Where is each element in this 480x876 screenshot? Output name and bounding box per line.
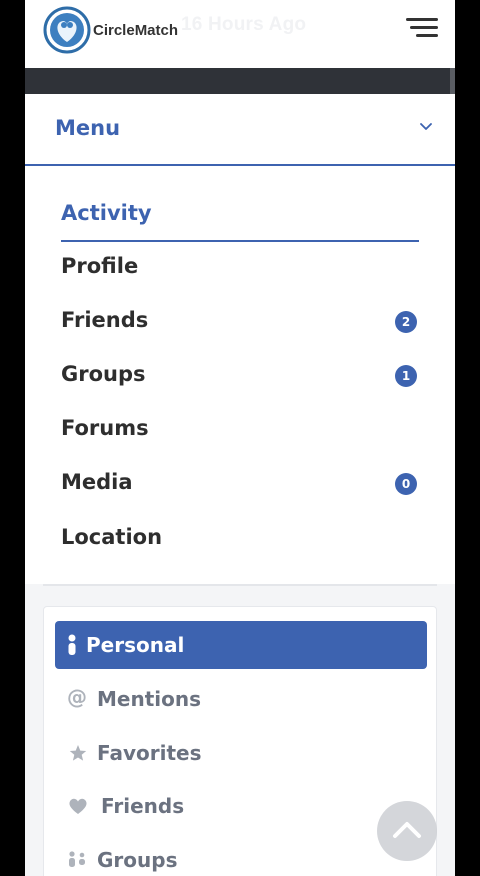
- filter-label: Friends: [101, 794, 185, 818]
- site-header: CircleMatch 16 Hours Ago: [25, 0, 455, 68]
- nav-item-label: Location: [61, 525, 163, 549]
- profile-nav: Activity Profile Friends 2 Groups 1 Foru…: [25, 166, 455, 584]
- count-badge: 1: [395, 365, 417, 387]
- cover-strip: [25, 68, 455, 94]
- nav-item-label: Profile: [61, 254, 139, 278]
- count-badge: 2: [395, 311, 417, 333]
- heart-icon: [69, 798, 87, 814]
- page: CircleMatch 16 Hours Ago Menu Activity P…: [25, 0, 455, 876]
- menu-toggle[interactable]: Menu: [25, 94, 455, 166]
- nav-item-media[interactable]: Media 0: [61, 457, 419, 511]
- nav-item-friends[interactable]: Friends 2: [61, 295, 419, 349]
- nav-item-location[interactable]: Location: [61, 512, 419, 566]
- nav-item-forums[interactable]: Forums: [61, 403, 419, 457]
- hamburger-menu-icon[interactable]: [406, 16, 438, 40]
- nav-item-groups[interactable]: Groups 1: [61, 349, 419, 403]
- nav-item-label: Groups: [61, 362, 146, 386]
- filter-personal[interactable]: Personal: [55, 621, 427, 669]
- filter-favorites[interactable]: Favorites: [55, 729, 427, 777]
- timestamp-text: 16 Hours Ago: [181, 14, 307, 35]
- groups-icon: [69, 851, 85, 867]
- nav-item-label: Media: [61, 470, 133, 494]
- count-badge: 0: [395, 473, 417, 495]
- menu-title: Menu: [55, 116, 121, 140]
- nav-item-label: Activity: [61, 201, 152, 225]
- brand-name[interactable]: CircleMatch: [93, 22, 178, 39]
- filter-label: Groups: [97, 848, 178, 872]
- scroll-to-top-button[interactable]: [377, 801, 437, 861]
- circlematch-logo[interactable]: [43, 6, 91, 54]
- nav-item-label: Friends: [61, 308, 149, 332]
- filter-friends[interactable]: Friends: [55, 782, 427, 830]
- nav-item-activity[interactable]: Activity: [61, 188, 419, 242]
- nav-item-profile[interactable]: Profile: [61, 241, 419, 295]
- chevron-down-icon: [420, 123, 432, 130]
- nav-item-label: Forums: [61, 416, 149, 440]
- filter-label: Mentions: [97, 687, 202, 711]
- filter-label: Favorites: [97, 741, 202, 765]
- filter-label: Personal: [86, 633, 185, 657]
- filter-groups[interactable]: Groups: [55, 836, 427, 876]
- scrollbar[interactable]: [450, 68, 455, 94]
- filter-mentions[interactable]: @ Mentions: [55, 675, 427, 723]
- at-icon: @: [67, 685, 87, 709]
- chevron-up-icon: [393, 822, 421, 838]
- star-icon: [69, 745, 87, 761]
- divider: [43, 584, 437, 586]
